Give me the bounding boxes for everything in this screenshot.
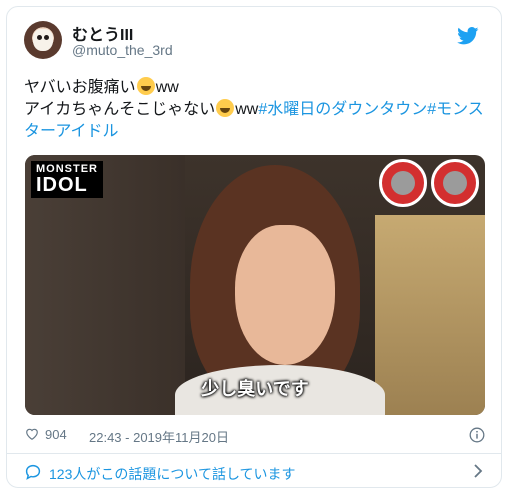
tweet-card[interactable]: むとうIII @muto_the_3rd ヤバいお腹痛い ww アイカちゃんそこじ… (6, 6, 502, 488)
divider (7, 453, 501, 454)
hashtag-link[interactable]: #水曜日のダウンタウン (258, 101, 427, 118)
heart-icon[interactable] (25, 427, 39, 441)
tweet-media-image[interactable]: MONSTER IDOL 少し臭いです (25, 155, 485, 415)
avatar-mask-image (33, 29, 53, 51)
rolling-laughing-emoji-icon (216, 99, 235, 117)
show-logo: MONSTER IDOL (31, 161, 103, 198)
conversation-text: 123人がこの話題について話しています (49, 466, 296, 482)
avatar[interactable] (24, 21, 62, 59)
mouth-frame (379, 159, 427, 207)
info-icon[interactable] (469, 427, 485, 443)
wipe-frames (379, 159, 479, 209)
tweet-timestamp[interactable]: 22:43 - 2019年11月20日 (89, 427, 229, 446)
tweet-line-1: ヤバいお腹痛い ww (24, 77, 179, 96)
mouth-frame (431, 159, 479, 207)
tweet-text: ヤバいお腹痛い ww アイカちゃんそこじゃない ww#水曜日のダウンタウン#モンスタ… (24, 77, 484, 143)
chevron-right-icon (474, 464, 483, 478)
twitter-bird-icon[interactable] (457, 27, 479, 45)
like-count[interactable]: 904 (45, 427, 67, 442)
tweet-header: むとうIII @muto_the_3rd (24, 21, 489, 61)
speech-bubble-icon (25, 464, 41, 480)
user-handle[interactable]: @muto_the_3rd (72, 42, 173, 58)
video-subtitle: 少し臭いです (201, 379, 309, 399)
tweet-meta: 904 22:43 - 2019年11月20日 (25, 425, 487, 445)
rolling-laughing-emoji-icon (136, 77, 155, 95)
conversation-link[interactable]: 123人がこの話題について話しています (25, 461, 487, 483)
tweet-line-2: アイカちゃんそこじゃない ww#水曜日のダウンタウン#モンスターアイドル (24, 99, 484, 140)
